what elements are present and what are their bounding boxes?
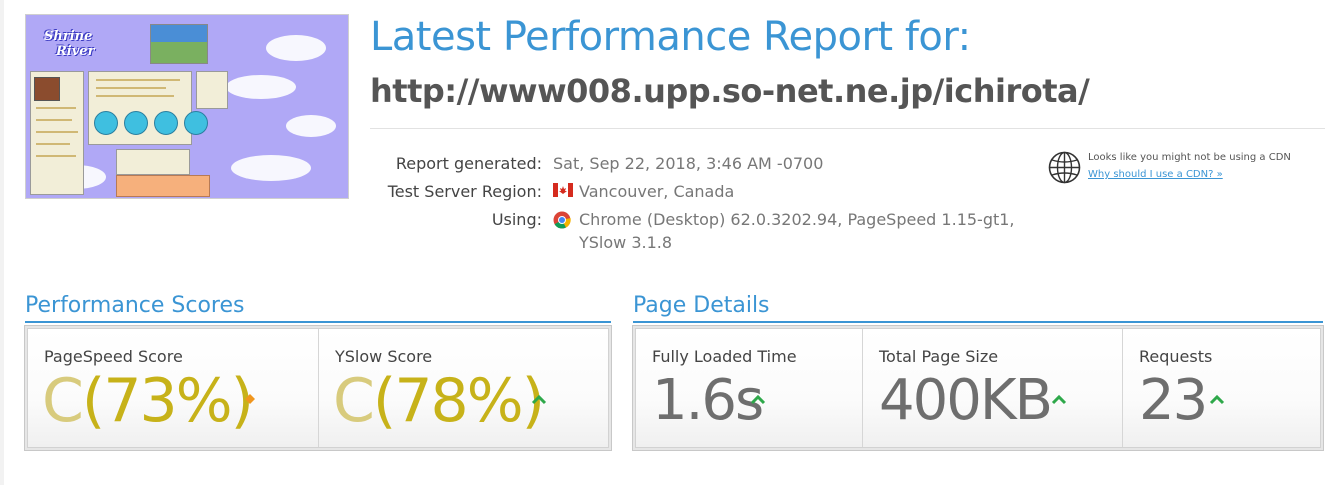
left-edge-rule — [0, 0, 4, 485]
requests-up-arrow-icon — [1209, 394, 1225, 405]
chrome-icon — [553, 211, 571, 229]
report-generated-value: Sat, Sep 22, 2018, 3:46 AM -0700 — [553, 154, 824, 173]
yslow-grade-percent: (78%) — [372, 366, 545, 436]
using-label: Using: — [491, 210, 542, 229]
thumb-text-line — [36, 119, 72, 121]
report-url: http://www008.upp.so-net.ne.jp/ichirota/ — [370, 72, 1090, 110]
yslow-score-cell[interactable]: YSlow Score C(78%) — [319, 329, 609, 447]
page-details-panel: Fully Loaded Time 1.6s Total Page Size 4… — [632, 325, 1324, 451]
thumb-nav-button — [154, 111, 178, 135]
performance-scores-panel-inner: PageSpeed Score C(73%) YSlow Score C(78%… — [27, 328, 609, 448]
report-title: Latest Performance Report for: — [370, 14, 971, 60]
load-time-up-arrow-icon — [750, 394, 766, 405]
thumb-banner — [116, 175, 210, 197]
page-size-up-arrow-icon — [1051, 394, 1067, 405]
requests-label: Requests — [1139, 347, 1213, 366]
requests-value: 23 — [1139, 368, 1208, 433]
pagespeed-grade-letter: C — [42, 366, 84, 436]
page-details-title: Page Details — [633, 293, 770, 318]
total-page-size-value: 400KB — [879, 368, 1053, 433]
site-screenshot-thumbnail[interactable]: Shrine River — [25, 14, 349, 199]
why-use-cdn-link[interactable]: Why should I use a CDN? » — [1088, 169, 1223, 180]
thumb-cloud — [266, 35, 326, 61]
thumb-site-title: Shrine River — [44, 29, 116, 59]
performance-scores-title: Performance Scores — [25, 293, 245, 318]
thumb-text-line — [96, 79, 180, 81]
thumb-title-line1: Shrine — [44, 29, 93, 44]
thumb-lower-box — [116, 149, 190, 175]
thumb-text-line — [96, 87, 166, 89]
yslow-grade: C(78%) — [333, 365, 545, 437]
fully-loaded-time-label: Fully Loaded Time — [652, 347, 797, 366]
page-details-panel-inner: Fully Loaded Time 1.6s Total Page Size 4… — [635, 328, 1321, 448]
yslow-grade-letter: C — [333, 366, 375, 436]
thumb-nav-button — [184, 111, 208, 135]
performance-scores-panel: PageSpeed Score C(73%) YSlow Score C(78%… — [24, 325, 612, 451]
region-value: Vancouver, Canada — [579, 182, 735, 201]
yslow-up-arrow-icon — [531, 394, 547, 405]
pagespeed-score-label: PageSpeed Score — [44, 347, 183, 366]
thumb-cloud — [286, 115, 336, 137]
thumb-title-line2: River — [56, 44, 95, 59]
canada-flag-icon — [553, 183, 573, 197]
fully-loaded-time-cell[interactable]: Fully Loaded Time 1.6s — [636, 329, 862, 447]
pagespeed-score-cell[interactable]: PageSpeed Score C(73%) — [28, 329, 318, 447]
pagespeed-diamond-icon — [245, 394, 255, 404]
thumb-text-line — [96, 95, 174, 97]
using-value-line2: YSlow 3.1.8 — [579, 233, 673, 252]
cdn-notice-text: Looks like you might not be using a CDN — [1088, 152, 1291, 163]
thumb-right-box — [196, 71, 228, 109]
total-page-size-cell[interactable]: Total Page Size 400KB — [863, 329, 1122, 447]
thumb-portrait — [34, 77, 60, 101]
performance-scores-rule — [25, 321, 611, 323]
thumb-text-line — [36, 107, 76, 109]
yslow-score-label: YSlow Score — [335, 347, 433, 366]
thumb-text-line — [36, 143, 70, 145]
report-generated-label: Report generated: — [395, 154, 542, 173]
fully-loaded-time-value: 1.6s — [652, 368, 764, 433]
region-label: Test Server Region: — [387, 182, 542, 201]
thumb-text-line — [36, 131, 78, 133]
total-page-size-label: Total Page Size — [879, 347, 999, 366]
thumb-header-photo — [150, 24, 208, 64]
pagespeed-grade-percent: (73%) — [81, 366, 254, 436]
globe-icon — [1048, 151, 1081, 184]
thumb-text-line — [36, 155, 76, 157]
thumb-nav-button — [94, 111, 118, 135]
thumb-cloud — [226, 75, 296, 99]
using-value-line1: Chrome (Desktop) 62.0.3202.94, PageSpeed… — [579, 210, 1015, 229]
header-divider — [370, 128, 1325, 129]
pagespeed-grade: C(73%) — [42, 365, 254, 437]
page-details-rule — [633, 321, 1323, 323]
thumb-nav-button — [124, 111, 148, 135]
thumb-cloud — [231, 155, 311, 181]
requests-cell[interactable]: Requests 23 — [1123, 329, 1320, 447]
